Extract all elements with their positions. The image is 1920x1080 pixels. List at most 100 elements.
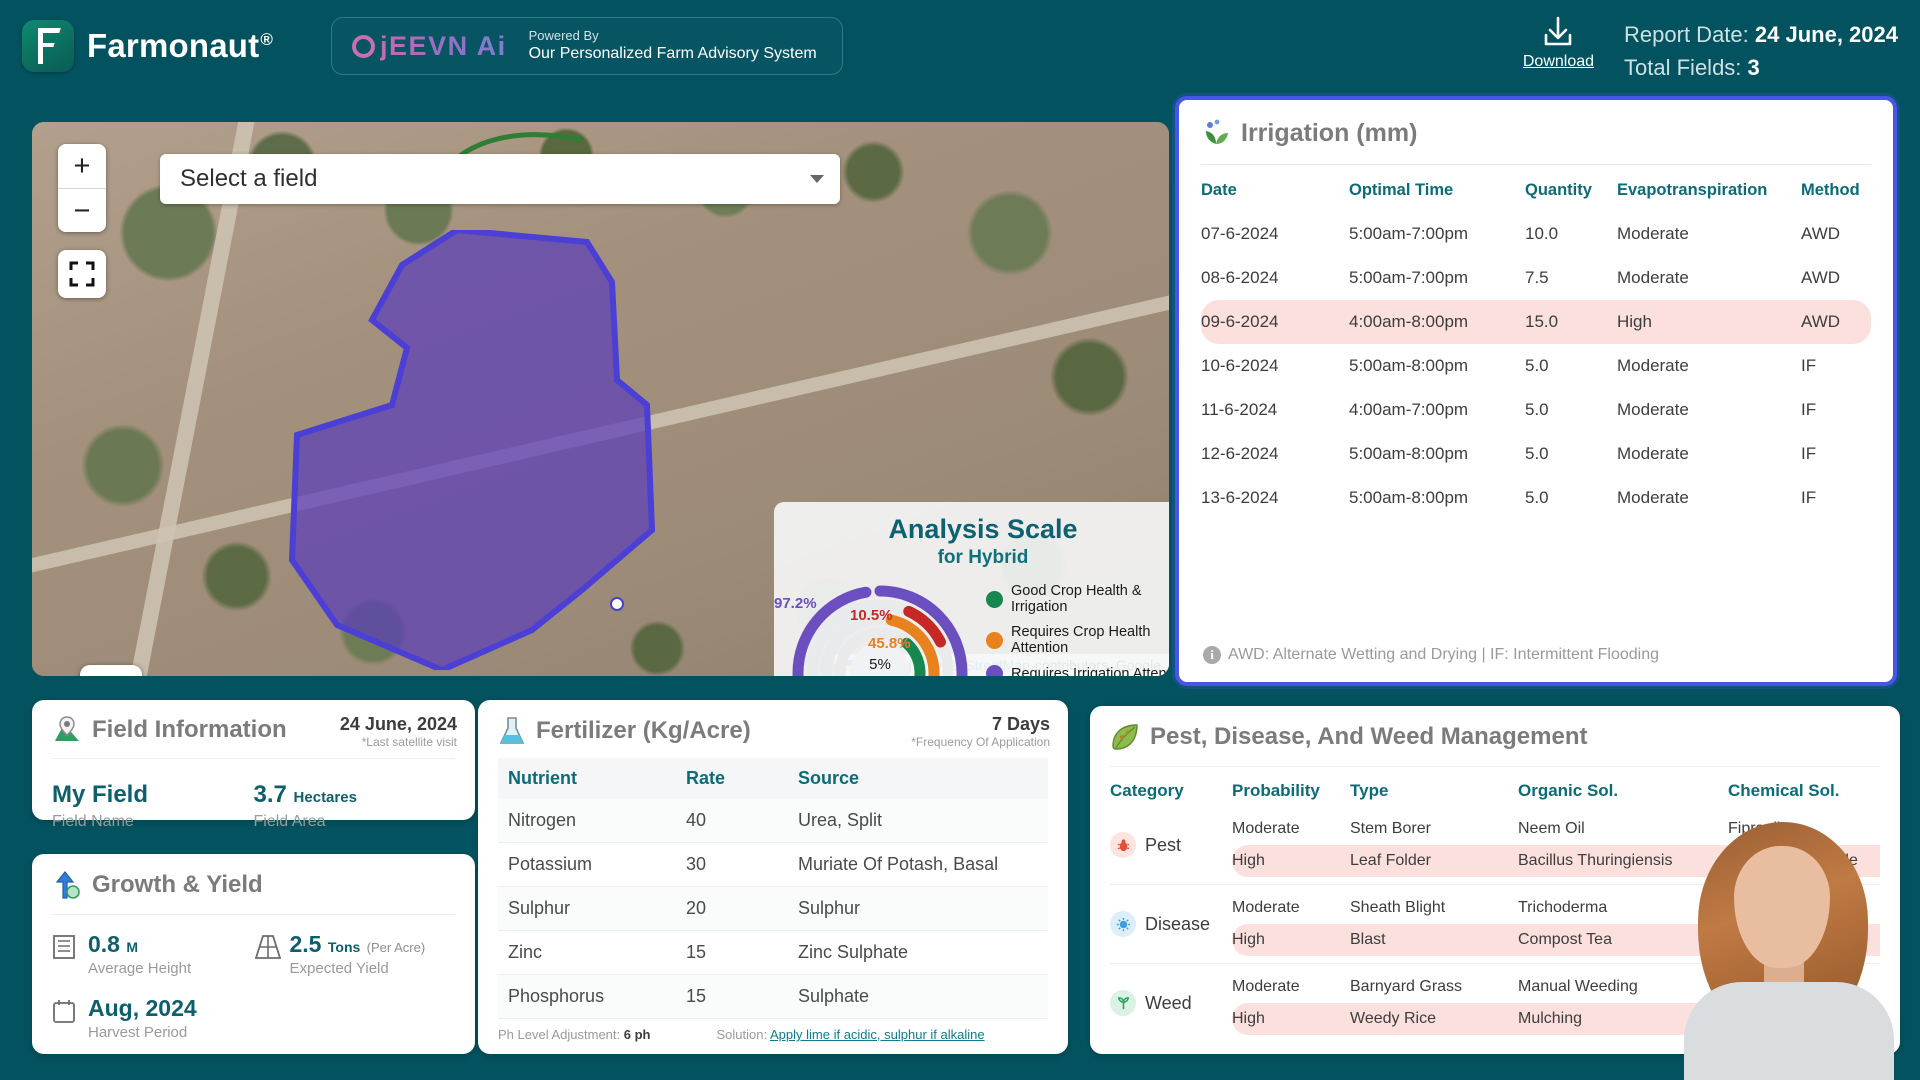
field-select-value: Select a field — [180, 165, 318, 192]
map-zoom-controls[interactable]: + − — [58, 144, 106, 232]
field-area-unit: Hectares — [293, 789, 357, 806]
field-information-title: Field Information — [92, 716, 287, 743]
cell-probability: Moderate — [1232, 978, 1300, 995]
cell-quantity: 7.5 — [1525, 268, 1549, 287]
table-row[interactable]: 09-6-2024 4:00am-8:00pm 15.0 High AWD — [1201, 300, 1871, 344]
col-source: Source — [788, 758, 1048, 799]
cell-date: 12-6-2024 — [1201, 444, 1279, 463]
zoom-out-button[interactable]: − — [58, 188, 106, 232]
total-fields-row: Total Fields: 3 — [1624, 51, 1898, 84]
field-center-marker[interactable] — [610, 597, 624, 611]
cell-source: Zinc Sulphate — [788, 930, 1048, 975]
table-row[interactable]: 10-6-2024 5:00am-8:00pm 5.0 Moderate IF — [1201, 344, 1871, 388]
fertilizer-table: Nutrient Rate Source Nitrogen 40 Urea, Spl… — [498, 758, 1048, 1019]
cell-nutrient: Nitrogen — [498, 799, 676, 843]
field-select-dropdown[interactable]: Select a field — [160, 154, 840, 204]
col-organic: Organic Sol. — [1518, 781, 1619, 800]
jeevn-ai-badge[interactable]: jEEVN Ai Powered By Our Personalized Far… — [331, 17, 844, 75]
growth-yield-label: Expected Yield — [289, 960, 389, 977]
cell-nutrient: Zinc — [498, 930, 676, 975]
table-row[interactable]: Weed Moderate Barnyard Grass Manual Weeding — [1110, 971, 1880, 1016]
fertilizer-frequency-value: 7 Days — [991, 714, 1050, 734]
cell-evapotranspiration: Moderate — [1617, 400, 1689, 419]
legend-label: Requires Crop Health Attention — [1011, 624, 1151, 656]
calendar-icon — [52, 995, 80, 1029]
cell-chemical-solution — [1728, 1003, 1880, 1035]
field-area-block: 3.7 Hectares Field Area — [254, 781, 456, 831]
cell-chemical-solution: Fipronil — [1728, 820, 1781, 837]
growth-yield-item: 0.8 M Average Height — [52, 931, 254, 977]
cell-type: Leaf Folder — [1350, 845, 1518, 877]
cell-probability: High — [1232, 845, 1350, 877]
pest-table: Category Probability Type Organic Sol. C… — [1110, 767, 1880, 1035]
col-method: Method — [1801, 181, 1860, 199]
table-group-separator — [1110, 956, 1880, 971]
ph-value: 6 ph — [623, 1027, 651, 1042]
download-button[interactable]: Download — [1523, 10, 1594, 71]
table-row[interactable]: 08-6-2024 5:00am-7:00pm 7.5 Moderate AWD — [1201, 256, 1871, 300]
table-header-row: Date Optimal Time Quantity Evapotranspir… — [1201, 165, 1871, 212]
category-label: Weed — [1145, 992, 1192, 1013]
growth-yield-label: Harvest Period — [88, 1024, 188, 1041]
growth-yield-value: 0.8 M — [88, 931, 139, 957]
total-fields-value: 3 — [1747, 55, 1760, 80]
field-area-label: Field Area — [253, 813, 326, 830]
cell-quantity: 5.0 — [1525, 400, 1549, 419]
col-nutrient: Nutrient — [498, 758, 676, 799]
seedling-icon — [1206, 119, 1228, 144]
ph-block: Ph Level Adjustment: 6 ph — [498, 1027, 651, 1042]
col-type: Type — [1350, 781, 1389, 800]
growth-yield-item: 2.5 Tons (Per Acre) Expected Yield — [254, 931, 456, 977]
fertilizer-card: Fertilizer (Kg/Acre) 7 Days *Frequency O… — [478, 700, 1068, 1054]
cell-method: IF — [1801, 444, 1817, 463]
app-header: Farmonaut® jEEVN Ai Powered By Our Perso… — [0, 0, 1920, 92]
measure-tool-button[interactable] — [80, 665, 142, 676]
flask-icon — [499, 717, 525, 744]
cell-rate: 20 — [676, 886, 788, 931]
table-row[interactable]: Pest Moderate Stem Borer Neem Oil Fipronil — [1110, 813, 1880, 858]
table-row[interactable]: 12-6-2024 5:00am-8:00pm 5.0 Moderate IF — [1201, 432, 1871, 476]
download-icon — [1545, 16, 1572, 46]
zoom-in-button[interactable]: + — [58, 144, 106, 188]
cell-type: Sheath Blight — [1350, 899, 1446, 916]
col-category: Category — [1110, 781, 1184, 800]
donut-label-irrigation: 97.2% — [774, 595, 817, 612]
cell-optimal-time: 5:00am-7:00pm — [1349, 268, 1469, 287]
chevron-down-icon — [810, 175, 824, 183]
cell-probability: High — [1232, 1003, 1350, 1035]
legend-item: Good Crop Health & Irrigation — [986, 583, 1169, 615]
cell-chemical-solution: Chlorantraniliprole — [1728, 845, 1880, 877]
solution-value[interactable]: Apply lime if acidic, sulphur if alkalin… — [770, 1027, 985, 1042]
growth-yield-unit: M — [126, 939, 139, 955]
cell-method: AWD — [1801, 300, 1871, 344]
table-row[interactable]: 13-6-2024 5:00am-8:00pm 5.0 Moderate IF — [1201, 476, 1871, 520]
table-row[interactable]: Disease Moderate Sheath Blight Trichoderma H — [1110, 892, 1880, 937]
cell-organic-solution: Mulching — [1518, 1003, 1728, 1035]
cell-category: Pest — [1110, 813, 1232, 877]
fullscreen-button[interactable] — [58, 250, 106, 298]
cell-category: Disease — [1110, 892, 1232, 956]
cell-optimal-time: 5:00am-8:00pm — [1349, 488, 1469, 507]
irrigation-table: Date Optimal Time Quantity Evapotranspir… — [1201, 165, 1871, 520]
cell-evapotranspiration: Moderate — [1617, 356, 1689, 375]
yield-icon — [254, 931, 282, 965]
cell-evapotranspiration: Moderate — [1617, 488, 1689, 507]
field-boundary-polygon[interactable] — [282, 230, 762, 670]
info-icon: i — [1203, 646, 1221, 664]
cell-rate: 40 — [676, 799, 788, 843]
cell-organic-solution: Manual Weeding — [1518, 978, 1638, 995]
cell-source: Sulphur — [788, 886, 1048, 931]
analysis-subtitle: for Hybrid — [937, 547, 1029, 568]
ph-label: Ph Level Adjustment: — [498, 1027, 621, 1042]
cell-chemical-solution: H — [1728, 899, 1740, 916]
table-row[interactable]: 11-6-2024 4:00am-7:00pm 5.0 Moderate IF — [1201, 388, 1871, 432]
cell-nutrient: Phosphorus — [498, 974, 676, 1019]
irrigation-footnote-text: AWD: Alternate Wetting and Drying | IF: … — [1228, 646, 1660, 663]
table-header-row: Nutrient Rate Source — [498, 758, 1048, 799]
analysis-legend: Good Crop Health & Irrigation Requires C… — [986, 573, 1169, 676]
cell-type: Weedy Rice — [1350, 1003, 1518, 1035]
map-panel[interactable]: + − 50 m 300 ft Leaflet | © OpenStreetMa… — [32, 122, 1169, 676]
table-row[interactable]: 07-6-2024 5:00am-7:00pm 10.0 Moderate AWD — [1201, 212, 1871, 256]
legend-swatch-crop-health — [986, 631, 1003, 649]
field-information-date-note: *Last satellite visit — [361, 735, 457, 749]
